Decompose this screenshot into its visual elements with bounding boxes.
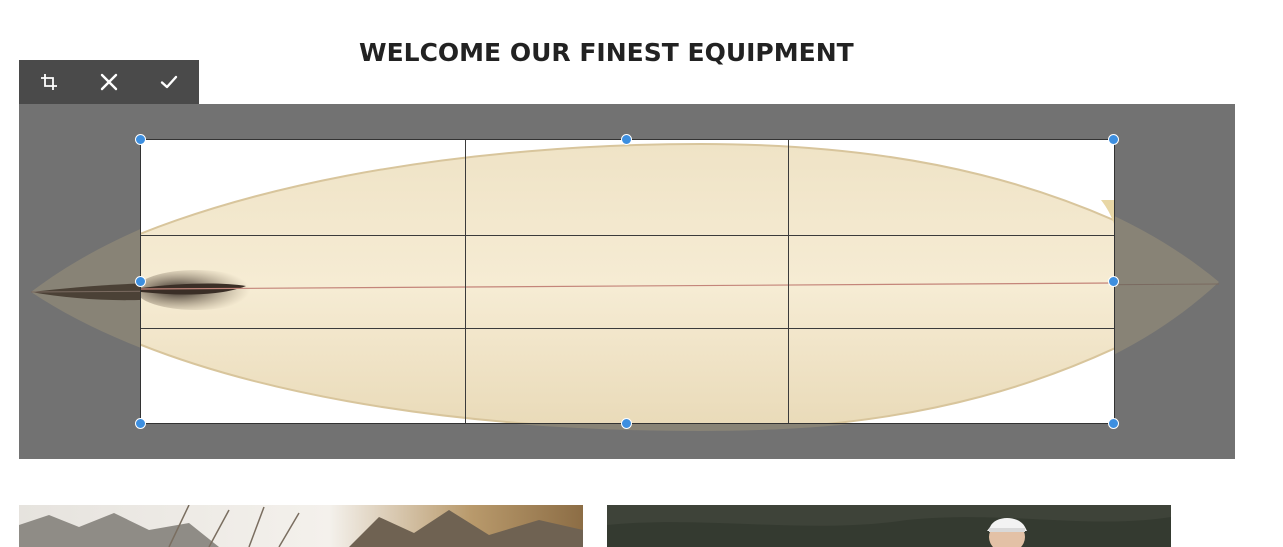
crop-toolbar (19, 60, 199, 104)
cancel-crop-button[interactable] (79, 60, 139, 104)
gallery-photo-mountain[interactable] (19, 505, 583, 547)
crop-grid-line (141, 328, 1114, 329)
crop-button[interactable] (19, 60, 79, 104)
apply-crop-button[interactable] (139, 60, 199, 104)
crop-icon (41, 74, 57, 90)
crop-handle-top-right[interactable] (1108, 134, 1119, 145)
check-icon (160, 75, 178, 89)
page-title: WELCOME OUR FINEST EQUIPMENT (359, 38, 854, 67)
gallery-photo-person[interactable] (607, 505, 1171, 547)
close-icon (100, 73, 118, 91)
crop-handle-bottom-right[interactable] (1108, 418, 1119, 429)
crop-handle-left[interactable] (135, 276, 146, 287)
person-with-visor-photo (607, 505, 1171, 547)
crop-editor[interactable] (19, 104, 1235, 459)
crop-handle-top[interactable] (621, 134, 632, 145)
surfboard-image (141, 140, 1114, 423)
crop-grid-line (141, 235, 1114, 236)
crop-handle-bottom-left[interactable] (135, 418, 146, 429)
mountain-trees-photo (19, 505, 583, 547)
crop-grid-line (465, 140, 466, 423)
crop-handle-top-left[interactable] (135, 134, 146, 145)
crop-selection[interactable] (140, 139, 1115, 424)
crop-grid-line (788, 140, 789, 423)
crop-handle-right[interactable] (1108, 276, 1119, 287)
crop-handle-bottom[interactable] (621, 418, 632, 429)
